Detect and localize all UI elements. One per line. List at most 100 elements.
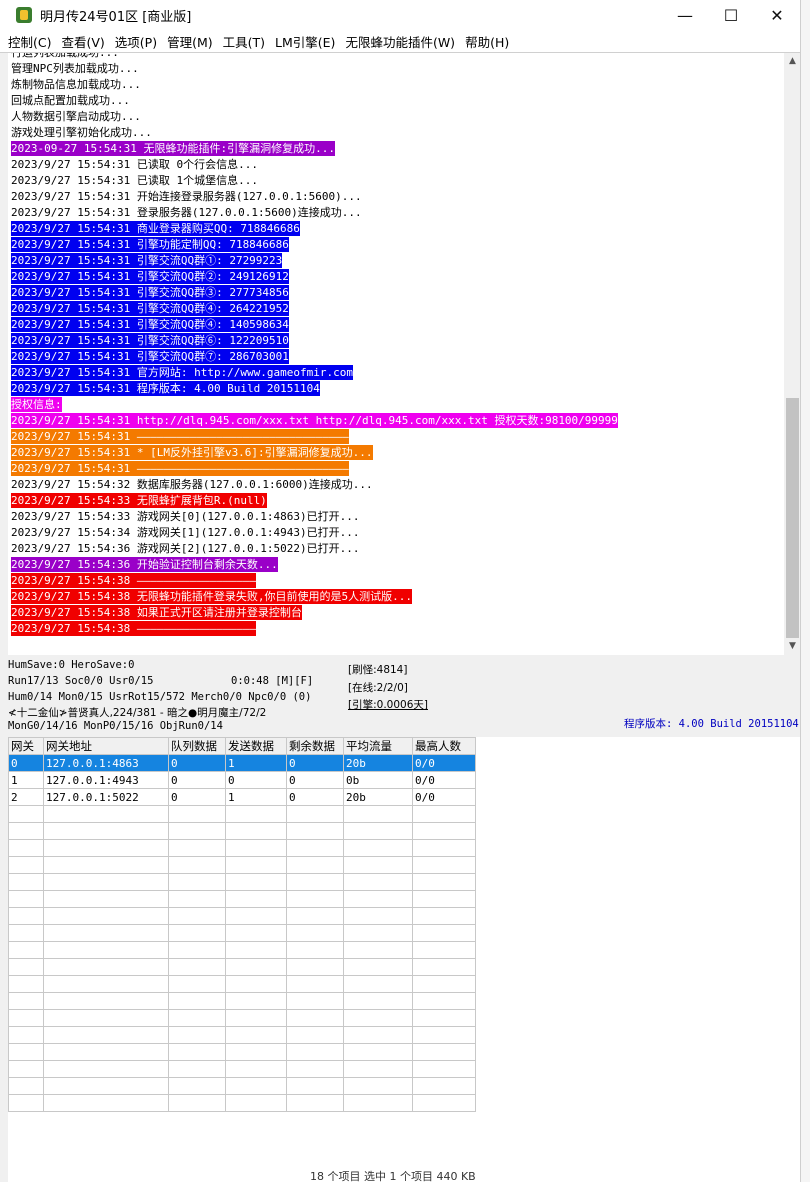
table-row[interactable] bbox=[8, 1094, 476, 1112]
table-row[interactable] bbox=[8, 856, 476, 874]
table-cell bbox=[286, 1009, 344, 1027]
table-row[interactable] bbox=[8, 1009, 476, 1027]
table-row[interactable]: 1 127.0.0.1:4943 0 0 0 0b 0/0 bbox=[8, 771, 476, 789]
log-scrollbar[interactable]: ▲ ▼ bbox=[784, 53, 801, 655]
table-row[interactable] bbox=[8, 839, 476, 857]
table-cell bbox=[286, 805, 344, 823]
log-panel[interactable]: 行运列表加载成功...管理NPC列表加载成功... 炼制物品信息加载成功... 回城… bbox=[8, 53, 784, 655]
log-line: 2023/9/27 15:54:38 —————————————————— bbox=[11, 621, 257, 636]
table-cell bbox=[168, 992, 226, 1010]
table-row[interactable] bbox=[8, 873, 476, 891]
table-cell bbox=[8, 1077, 44, 1095]
log-line: 2023/9/27 15:54:34 游戏网关[1](127.0.0.1:494… bbox=[11, 526, 360, 539]
table-cell bbox=[286, 1077, 344, 1095]
table-cell bbox=[412, 907, 476, 925]
column-header[interactable]: 剩余数据 bbox=[286, 737, 344, 755]
table-cell bbox=[343, 1026, 413, 1044]
close-button[interactable]: ✕ bbox=[754, 0, 800, 30]
table-cell bbox=[168, 958, 226, 976]
scroll-down-icon[interactable]: ▼ bbox=[784, 638, 801, 655]
table-cell bbox=[225, 1009, 287, 1027]
menu-control[interactable]: 控制(C) bbox=[8, 32, 51, 51]
log-line: 游戏处理引擎初始化成功... bbox=[11, 126, 152, 139]
table-cell bbox=[225, 1077, 287, 1095]
table-cell bbox=[8, 873, 44, 891]
menu-help[interactable]: 帮助(H) bbox=[465, 32, 509, 51]
column-header[interactable]: 平均流量 bbox=[343, 737, 413, 755]
menu-tools[interactable]: 工具(T) bbox=[223, 32, 265, 51]
table-row[interactable] bbox=[8, 805, 476, 823]
table-cell bbox=[168, 924, 226, 942]
table-row[interactable] bbox=[8, 941, 476, 959]
menu-lm-engine[interactable]: LM引擎(E) bbox=[275, 32, 335, 51]
table-cell bbox=[412, 1026, 476, 1044]
table-cell bbox=[225, 856, 287, 874]
column-header[interactable]: 最高人数 bbox=[412, 737, 476, 755]
table-cell bbox=[225, 1060, 287, 1078]
status-version: 程序版本: 4.00 Build 20151104 bbox=[624, 718, 799, 730]
table-cell bbox=[168, 975, 226, 993]
log-line: 2023/9/27 15:54:31 引擎交流QQ群③: 277734856 bbox=[11, 285, 289, 300]
log-line: 2023/9/27 15:54:31 —————————————————————… bbox=[11, 461, 349, 476]
table-row[interactable]: 2 127.0.0.1:5022 0 1 0 20b 0/0 bbox=[8, 788, 476, 806]
scroll-thumb[interactable] bbox=[786, 398, 799, 638]
table-row[interactable] bbox=[8, 1043, 476, 1061]
column-header[interactable]: 队列数据 bbox=[168, 737, 226, 755]
table-cell bbox=[225, 992, 287, 1010]
log-line: 2023/9/27 15:54:31 引擎交流QQ群②: 249126912 bbox=[11, 269, 289, 284]
log-line: 2023/9/27 15:54:31 引擎交流QQ群④: 264221952 bbox=[11, 301, 289, 316]
menu-options[interactable]: 选项(P) bbox=[115, 32, 157, 51]
table-cell bbox=[343, 805, 413, 823]
table-cell bbox=[343, 992, 413, 1010]
table-cell bbox=[343, 1009, 413, 1027]
table-cell bbox=[412, 924, 476, 942]
table-cell bbox=[8, 941, 44, 959]
menu-view[interactable]: 查看(V) bbox=[61, 32, 104, 51]
log-line: 2023/9/27 15:54:31 —————————————————————… bbox=[11, 429, 349, 444]
table-cell bbox=[168, 941, 226, 959]
table-row[interactable] bbox=[8, 958, 476, 976]
table-cell bbox=[8, 1026, 44, 1044]
table-row[interactable] bbox=[8, 890, 476, 908]
table-cell bbox=[286, 890, 344, 908]
table-cell: 0b bbox=[343, 771, 413, 789]
table-row[interactable] bbox=[8, 992, 476, 1010]
table-cell bbox=[8, 1043, 44, 1061]
table-row[interactable] bbox=[8, 924, 476, 942]
table-cell: 0 bbox=[225, 771, 287, 789]
menu-manage[interactable]: 管理(M) bbox=[167, 32, 213, 51]
log-line: 2023/9/27 15:54:31 已读取 1个城堡信息... bbox=[11, 174, 258, 187]
table-cell bbox=[412, 992, 476, 1010]
column-header[interactable]: 网关 bbox=[8, 737, 44, 755]
log-line: 2023/9/27 15:54:36 开始验证控制台剩余天数... bbox=[11, 557, 278, 572]
scroll-up-icon[interactable]: ▲ bbox=[784, 53, 801, 70]
log-line: 2023/9/27 15:54:38 —————————————————— bbox=[11, 573, 257, 588]
table-row[interactable] bbox=[8, 822, 476, 840]
menu-plugin[interactable]: 无限蜂功能插件(W) bbox=[345, 32, 455, 51]
log-line: 行运列表加载成功... bbox=[8, 53, 784, 61]
table-row[interactable] bbox=[8, 1077, 476, 1095]
log-line: 2023/9/27 15:54:38 如果正式开区请注册并登录控制台 bbox=[11, 605, 302, 620]
table-cell bbox=[43, 907, 169, 925]
table-row[interactable] bbox=[8, 975, 476, 993]
table-cell: 0 bbox=[168, 754, 226, 772]
table-row[interactable] bbox=[8, 907, 476, 925]
table-cell bbox=[168, 805, 226, 823]
table-cell bbox=[343, 1077, 413, 1095]
app-icon bbox=[16, 7, 32, 23]
table-row[interactable] bbox=[8, 1026, 476, 1044]
table-cell: 0 bbox=[168, 788, 226, 806]
log-line: 2023/9/27 15:54:36 游戏网关[2](127.0.0.1:502… bbox=[11, 542, 360, 555]
column-header[interactable]: 发送数据 bbox=[225, 737, 287, 755]
table-row[interactable] bbox=[8, 1060, 476, 1078]
table-row[interactable]: 0 127.0.0.1:4863 0 1 0 20b 0/0 bbox=[8, 754, 476, 772]
minimize-button[interactable]: — bbox=[662, 0, 708, 30]
table-cell bbox=[43, 1026, 169, 1044]
table-cell bbox=[225, 958, 287, 976]
table-cell: 1 bbox=[225, 788, 287, 806]
maximize-button[interactable]: ☐ bbox=[708, 0, 754, 30]
table-cell bbox=[8, 958, 44, 976]
column-header[interactable]: 网关地址 bbox=[43, 737, 169, 755]
table-cell bbox=[43, 856, 169, 874]
status-refresh: [刷怪:4814] bbox=[348, 664, 408, 676]
